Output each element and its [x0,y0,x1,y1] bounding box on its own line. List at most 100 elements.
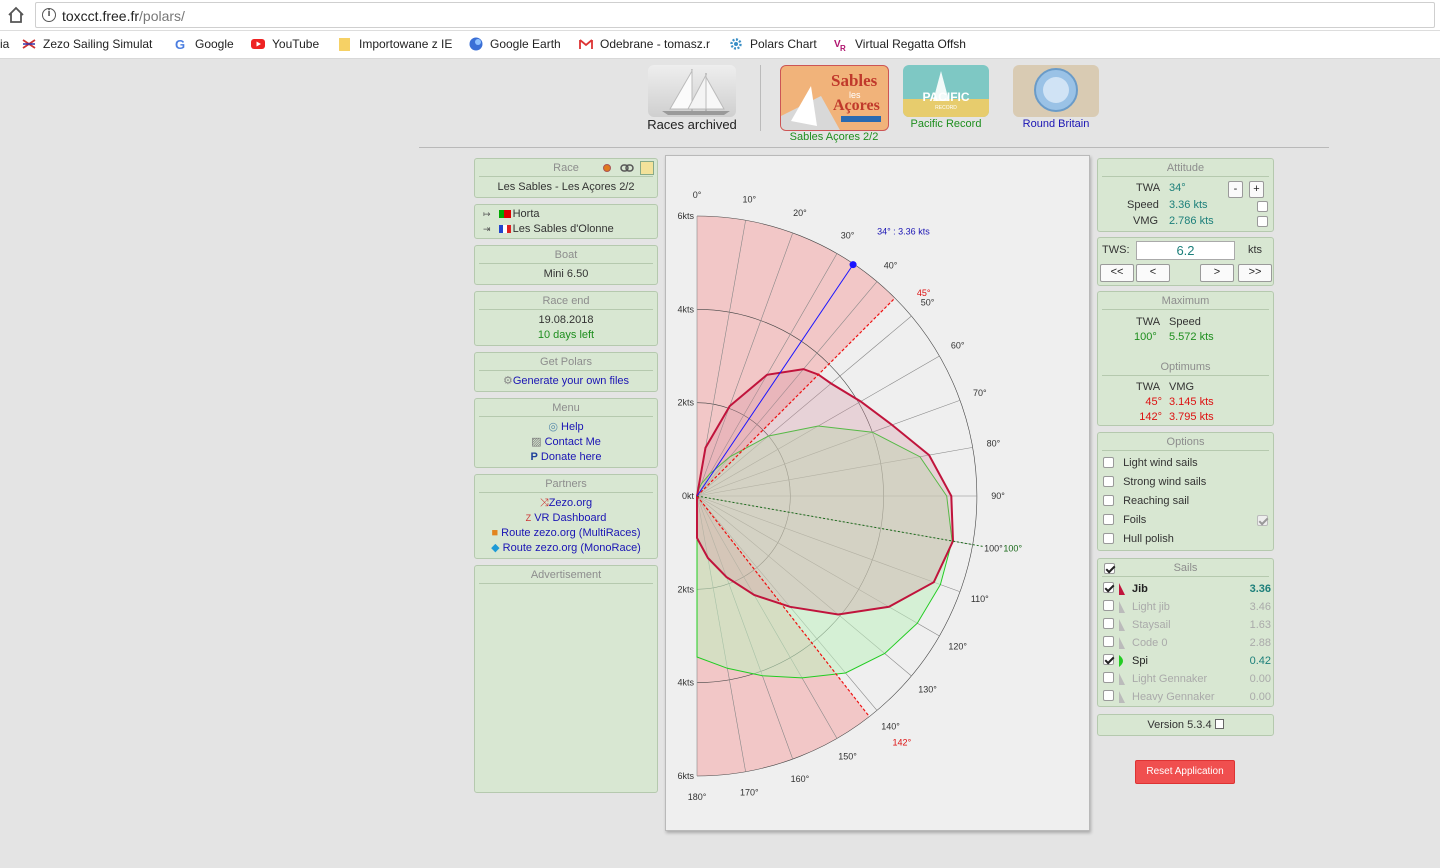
svg-text:RECORD: RECORD [935,105,957,111]
race-label-sables[interactable]: Sables Açores 2/2 [774,131,894,143]
bookmark-google[interactable]: G Google [174,37,244,53]
sails-panel: Sails Jib 3.36 Light jib 3.46 Staysail 1.63 Co… [1097,558,1274,707]
sail-row-light-jib[interactable]: Light jib 3.46 [1103,600,1273,616]
bookmark-gmail[interactable]: Odebrane - tomasz.r [579,37,717,53]
speed-tick-upper-2: 4kts [677,304,694,314]
twa-decrease-button[interactable]: - [1228,181,1243,198]
url-input[interactable]: i toxcct.free.fr/polars/ [35,2,1435,28]
vr-dashboard-icon: Z [525,513,532,523]
angle-tick-0: 0° [693,190,702,200]
sail-icon [1119,691,1125,703]
speed-tick-lower-3: 6kts [677,771,694,781]
changelog-icon[interactable] [1214,719,1224,729]
race-end-date: 19.08.2018 [538,314,594,326]
sail-checkbox[interactable] [1103,654,1114,665]
bookmark-polars-chart[interactable]: Polars Chart [729,37,825,53]
sail-icon [1119,655,1123,667]
bookmark-virtual-regatta[interactable]: V R Virtual Regatta Offsh [834,37,970,53]
sail-row-jib[interactable]: Jib 3.36 [1103,582,1273,598]
reset-application-button[interactable]: Reset Application [1135,760,1235,784]
menu-help-link[interactable]: ◎ Help [475,420,657,435]
route-mono-icon: ◆ [491,542,500,554]
schooner-icon [662,69,730,115]
angle-tick-130: 130° [918,685,937,695]
vmg-value: 2.786 kts [1169,215,1214,227]
menu-panel: Menu ◎ Help ▨ Contact Me P Donate here [474,398,658,468]
tws-next-button[interactable]: > [1200,264,1234,282]
angle-tick-170: 170° [740,787,759,797]
bookmark-folder[interactable]: Importowane z IE [338,37,463,53]
sail-row-spi[interactable]: Spi 0.42 [1103,654,1273,670]
map-icon[interactable] [640,161,654,175]
partner-route-mono-link[interactable]: ◆ Route zezo.org (MonoRace) [475,541,657,556]
race-tile-round-britain[interactable] [1013,65,1099,117]
sail-checkbox[interactable] [1103,636,1114,647]
vmg-checkbox[interactable] [1257,216,1268,227]
option-reaching-sail[interactable]: Reaching sail [1103,495,1189,507]
mail-icon: ▨ [531,436,542,448]
tws-first-button[interactable]: << [1100,264,1134,282]
menu-donate-link[interactable]: P Donate here [475,450,657,465]
angle-tick-160: 160° [791,774,810,784]
race-label-pacific[interactable]: Pacific Record [896,118,996,130]
generate-files-link[interactable]: ⚙Generate your own files [475,374,657,389]
tws-input[interactable] [1136,241,1235,260]
route-multi-icon: ■ [491,527,499,539]
svg-text:Sables: Sables [831,71,878,90]
boat-name: Mini 6.50 [543,268,589,280]
twa-label: TWA [1136,182,1161,194]
twa-cursor-point [849,261,857,269]
pacific-race-image: PACIFIC RECORD [903,65,989,117]
sail-checkbox[interactable] [1103,618,1114,629]
tws-panel: TWS: kts << < > >> [1097,237,1274,286]
sail-checkbox[interactable] [1103,690,1114,701]
sail-row-heavy-gennaker[interactable]: Heavy Gennaker 0.00 [1103,690,1273,706]
menu-contact-link[interactable]: ▨ Contact Me [475,435,657,450]
speed-checkbox[interactable] [1257,201,1268,212]
link-icon[interactable] [620,164,634,172]
sail-speed: 2.88 [1249,637,1271,649]
races-archived-label[interactable]: Races archived [636,117,748,132]
polar-chart[interactable]: 34° : 3.36 kts 0° 10° 20° 30° 40° 50° 60° 70° 80°… [666,156,1091,832]
bookmark-google-earth[interactable]: Google Earth [469,37,571,53]
sail-row-staysail[interactable]: Staysail 1.63 [1103,618,1273,634]
partner-route-multi-link[interactable]: ■ Route zezo.org (MultiRaces) [475,526,657,541]
advertisement-panel: Advertisement [474,565,658,793]
race-tile-sables[interactable]: Sables les Açores [780,65,889,131]
race-info-icon[interactable] [603,164,611,172]
get-polars-panel: Get Polars ⚙Generate your own files [474,352,658,392]
sail-speed: 0.00 [1249,691,1271,703]
option-hull-polish[interactable]: Hull polish [1103,533,1174,545]
sail-row-light-gennaker[interactable]: Light Gennaker 0.00 [1103,672,1273,688]
gmail-icon [579,39,593,49]
round-britain-image [1013,65,1099,117]
sail-checkbox[interactable] [1103,600,1114,611]
twa-cursor-label: 34° : 3.36 kts [877,227,930,237]
option-strong-wind[interactable]: Strong wind sails [1103,476,1206,488]
zezo-icon [22,39,36,49]
boat-panel: Boat Mini 6.50 [474,245,658,285]
option-light-wind[interactable]: Light wind sails [1103,457,1198,469]
option-foils[interactable]: Foils [1103,514,1146,526]
races-archived-tile[interactable] [648,65,736,117]
partner-vr-dashboard-link[interactable]: Z VR Dashboard [475,511,657,526]
bookmark-ia[interactable]: ia [0,37,14,53]
max-twa-header: TWA [1136,316,1161,328]
sails-all-checkbox[interactable] [1104,563,1115,574]
tws-last-button[interactable]: >> [1238,264,1272,282]
race-label-round-britain[interactable]: Round Britain [1006,118,1106,130]
info-icon[interactable]: i [42,8,56,22]
foils-secondary-checkbox[interactable] [1257,515,1268,526]
partner-zezo-link[interactable]: ⤨Zezo.org [475,496,657,511]
bookmark-zezo[interactable]: Zezo Sailing Simulat [22,37,160,53]
sail-checkbox[interactable] [1103,582,1114,593]
version-panel: Version 5.3.4 [1097,714,1274,736]
bookmark-youtube[interactable]: YouTube [251,37,331,53]
home-icon[interactable] [6,6,26,24]
vr-icon: VR [834,39,846,51]
sail-row-code-0[interactable]: Code 0 2.88 [1103,636,1273,652]
sail-checkbox[interactable] [1103,672,1114,683]
tws-prev-button[interactable]: < [1136,264,1170,282]
race-tile-pacific[interactable]: PACIFIC RECORD [903,65,989,117]
twa-increase-button[interactable]: + [1249,181,1264,198]
